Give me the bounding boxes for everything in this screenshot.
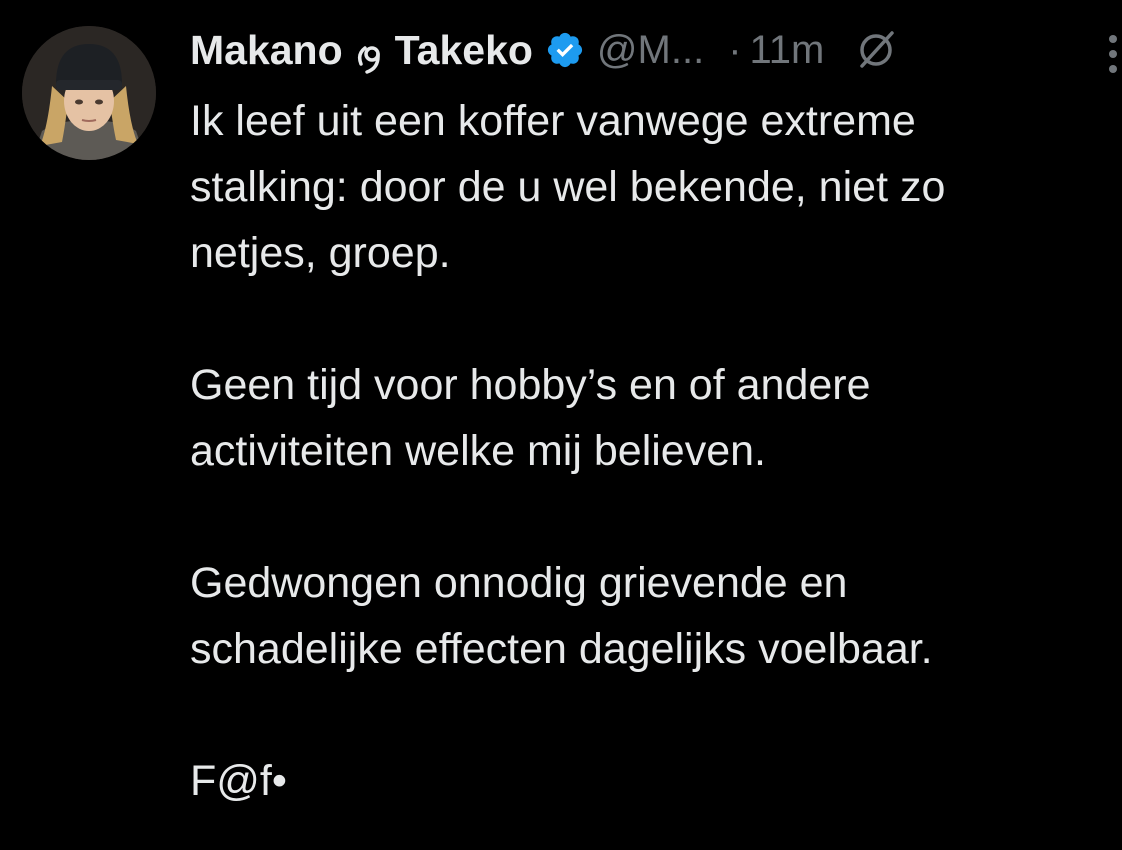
tweet-paragraph: Geen tijd voor hobby’s en of andere acti… [190,361,871,475]
avatar-image [22,26,156,160]
verified-badge-icon [545,30,585,70]
grok-icon[interactable] [854,28,898,72]
tweet-paragraph: Ik leef uit een koffer vanwege extreme s… [190,97,946,277]
avatar[interactable] [22,26,156,160]
tweet-header: Makano Takeko @M... · 11m [190,22,898,78]
tweet-paragraph: Gedwongen onnodig grievende en schadelij… [190,559,933,673]
more-options-icon[interactable] [1106,34,1120,74]
display-name-first[interactable]: Makano [190,27,343,74]
user-handle[interactable]: @M... [597,28,704,73]
tweet-text: Ik leef uit een koffer vanwege extreme s… [190,88,1105,814]
display-name[interactable]: Makano Takeko [190,27,585,74]
tweet-paragraph: F@f• [190,757,287,805]
timestamp[interactable]: 11m [750,28,825,73]
name-symbol-icon [355,37,385,74]
separator-dot: · [728,27,742,72]
tweet[interactable]: Makano Takeko @M... · 11m Ik leef uit ee… [0,0,1122,850]
display-name-last[interactable]: Takeko [395,27,533,74]
